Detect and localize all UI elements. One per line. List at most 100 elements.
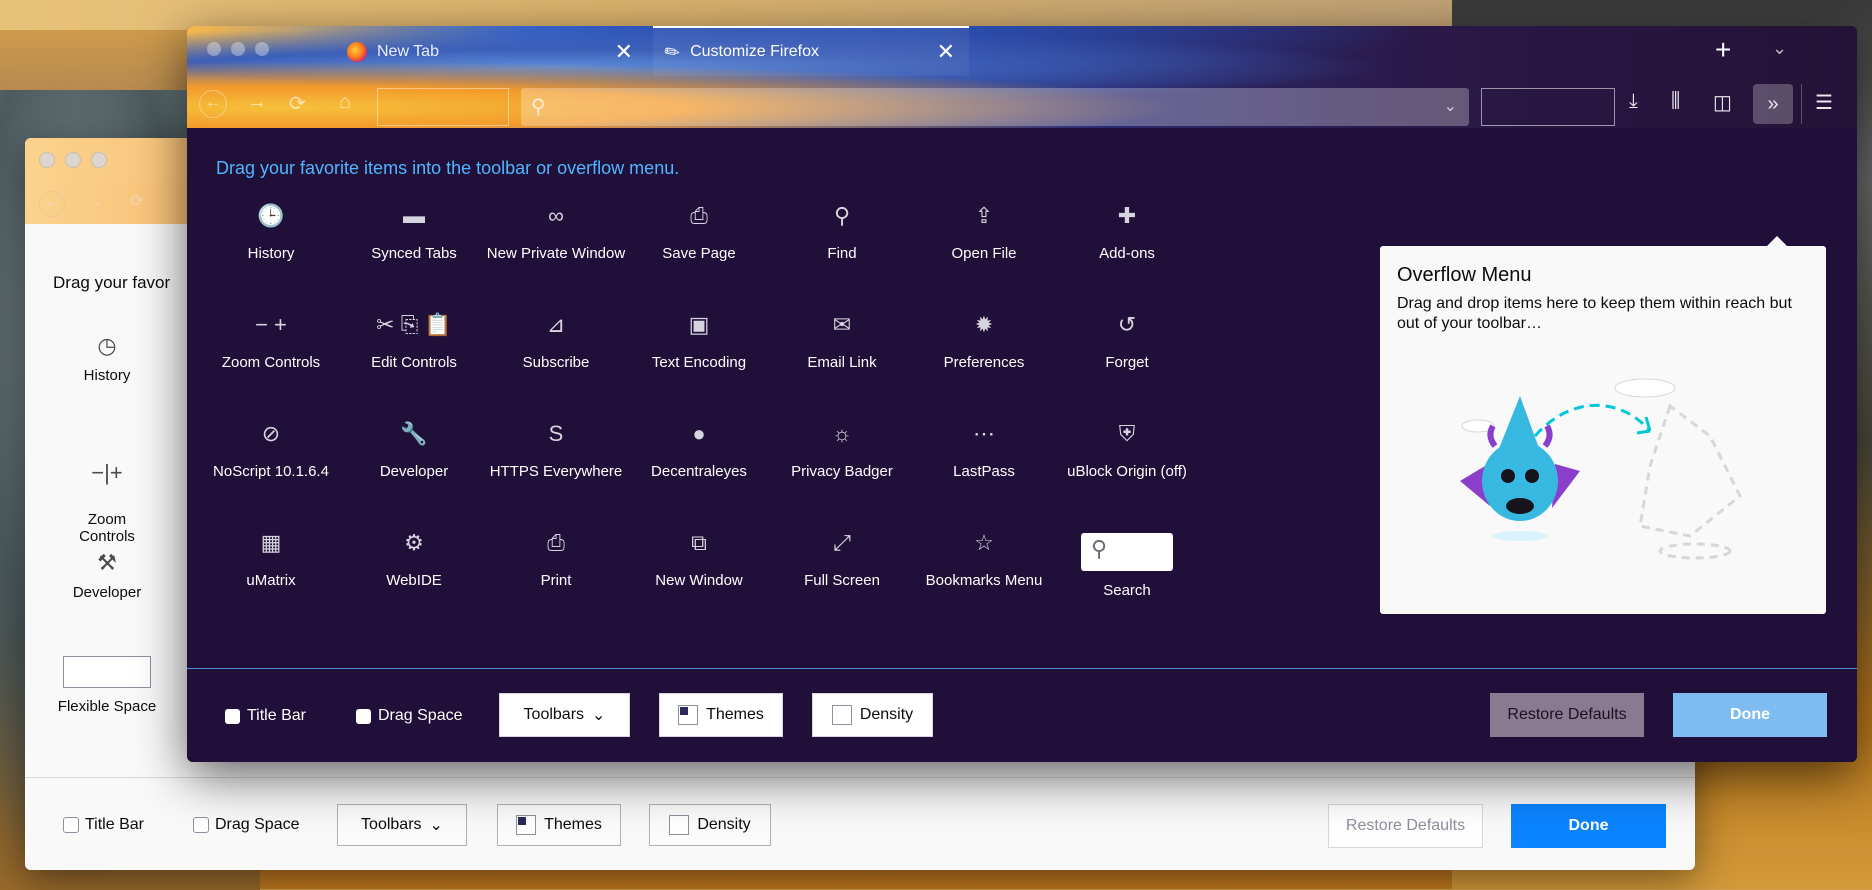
back-customize-footer: Title Bar Drag Space Toolbars ⌄ Themes De… [25,777,1695,870]
hamburger-menu-icon[interactable]: ☰ [1815,90,1833,115]
palette-item-bookmarks-menu[interactable]: ☆ Bookmarks Menu [914,532,1054,590]
zoom-controls-icon: −|+ [91,460,123,485]
palette-item-label: Email Link [807,354,877,371]
palette-item-find[interactable]: ⚲ Find [772,205,912,263]
minimize-window-button[interactable] [231,42,245,56]
palette-item-label: uBlock Origin (off) [1067,463,1187,480]
new-tab-button[interactable]: + [1715,34,1731,66]
restore-defaults-button[interactable]: Restore Defaults [1328,804,1483,848]
palette-item-webide[interactable]: ⚙ WebIDE [344,532,484,590]
download-icon[interactable]: ⤓ [1629,90,1638,113]
palette-item-ublock-origin-off[interactable]: ⛨ uBlock Origin (off) [1057,423,1197,481]
themes-button[interactable]: Themes [659,693,783,737]
drag-space-checkbox[interactable]: Drag Space [356,707,463,725]
palette-item-label: uMatrix [246,572,296,589]
palette-item-subscribe[interactable]: ⊿ Subscribe [486,314,626,372]
sidebar-icon[interactable]: ◫ [1713,90,1732,115]
https-everywhere-icon: S [548,421,564,446]
umatrix-icon: ▦ [260,530,282,555]
overflow-menu-panel[interactable]: Overflow Menu Drag and drop items here t… [1380,236,1826,614]
palette-item-flexible-space[interactable]: Flexible Space [42,656,172,715]
url-bar[interactable]: ⚲ ⌄ [521,88,1469,126]
toolbars-dropdown[interactable]: Toolbars ⌄ [499,693,630,737]
palette-item-label: Text Encoding [651,354,747,371]
palette-item-label: WebIDE [386,572,442,589]
palette-item-decentraleyes[interactable]: ● Decentraleyes [629,423,769,481]
home-icon[interactable]: ⌂ [339,91,351,114]
palette-item-add-ons[interactable]: ✚ Add-ons [1057,205,1197,263]
toolbar-search-box[interactable] [1481,88,1615,126]
palette-item-privacy-badger[interactable]: ☼ Privacy Badger [772,423,912,481]
palette-item-history[interactable]: 🕒 History [201,205,341,263]
library-icon[interactable]: ⫼ [1671,90,1680,113]
reload-icon[interactable]: ⟳ [289,91,306,116]
done-button[interactable]: Done [1511,804,1666,848]
tab-new-tab[interactable]: New Tab ✕ [347,28,653,76]
palette-item-edit-controls[interactable]: ✂ ⎘ 📋 Edit Controls [344,314,484,372]
palette-item-text-encoding[interactable]: ▣ Text Encoding [629,312,769,372]
palette-item-save-page[interactable]: ⎙ Save Page [629,205,769,263]
palette-item-search[interactable]: ⚲ Search [1057,533,1197,600]
back-arrow-icon[interactable]: ← [39,191,65,217]
palette-heading: Drag your favorite items into the toolba… [216,158,680,178]
palette-item-label: History [247,245,295,262]
palette-item-open-file[interactable]: ⇪ Open File [914,205,1054,263]
palette-item-label: Preferences [943,354,1025,371]
palette-item-preferences[interactable]: ✹ Preferences [914,314,1054,372]
palette-item-new-private-window[interactable]: ∞ New Private Window [486,205,626,263]
density-button[interactable]: Density [649,804,771,846]
density-button[interactable]: Density [812,693,933,737]
close-tab-icon[interactable]: ✕ [615,39,633,65]
palette-item-developer[interactable]: ⚒ Developer [42,550,172,601]
palette-item-email-link[interactable]: ✉ Email Link [772,312,912,372]
title-bar-checkbox[interactable]: Title Bar [63,816,144,834]
palette-item-umatrix[interactable]: ▦ uMatrix [201,530,341,590]
minimize-window-button[interactable] [65,152,81,168]
forward-arrow-icon[interactable]: → [247,91,267,114]
overflow-title: Overflow Menu [1397,264,1532,286]
palette-item-full-screen[interactable]: ⤢ Full Screen [772,532,912,590]
reload-icon[interactable]: ⟳ [125,191,149,215]
restore-defaults-button[interactable]: Restore Defaults [1490,693,1644,737]
palette-item-new-window[interactable]: ⧉ New Window [629,532,769,590]
text-encoding-icon: ▣ [688,312,710,337]
overflow-description: Drag and drop items here to keep them wi… [1397,295,1792,332]
palette-item-lastpass[interactable]: ⋯ LastPass [914,423,1054,481]
palette-item-developer[interactable]: 🔧 Developer [344,423,484,481]
palette-item-label: Privacy Badger [791,463,893,480]
palette-item-zoom-controls[interactable]: −|+ Zoom Controls [42,443,172,545]
themes-button[interactable]: Themes [497,804,621,846]
palette-item-https-everywhere[interactable]: S HTTPS Everywhere [486,421,626,481]
palette-item-synced-tabs[interactable]: ▬ Synced Tabs [344,203,484,263]
toolbars-dropdown[interactable]: Toolbars ⌄ [337,804,467,846]
toolbar-flexible-space[interactable] [377,88,509,126]
forward-arrow-icon[interactable]: → [83,191,107,215]
palette-item-label: Add-ons [1099,245,1155,262]
email-icon: ✉ [832,312,852,337]
overflow-chevron-icon[interactable]: » [1753,84,1793,124]
close-window-button[interactable] [39,152,55,168]
front-browser-window: New Tab ✕ ✎ Customize Firefox ✕ + ⌄ ← → … [187,26,1857,762]
wrench-icon: ⚒ [97,550,117,575]
zoom-window-button[interactable] [255,42,269,56]
chevron-down-icon[interactable]: ⌄ [1444,96,1457,116]
tab-list-chevron-icon[interactable]: ⌄ [1772,38,1787,59]
palette-item-print[interactable]: ⎙ Print [486,532,626,590]
palette-item-label: Zoom Controls [221,354,321,371]
tab-customize-firefox[interactable]: ✎ Customize Firefox ✕ [653,26,969,76]
zoom-window-button[interactable] [91,152,107,168]
forget-icon: ↺ [1117,312,1137,337]
title-bar-checkbox[interactable]: Title Bar [225,707,306,725]
cloud-illustration [1461,378,1676,433]
palette-item-zoom-controls[interactable]: − + Zoom Controls [201,314,341,372]
laptop-icon: ▬ [403,203,425,228]
close-window-button[interactable] [207,42,221,56]
close-tab-icon[interactable]: ✕ [937,39,955,65]
palette-item-label: New Window [655,572,743,589]
palette-item-noscript-10-1-6-4[interactable]: ⊘ NoScript 10.1.6.4 [201,423,341,481]
drag-space-checkbox[interactable]: Drag Space [193,816,300,834]
palette-item-forget[interactable]: ↺ Forget [1057,312,1197,372]
back-arrow-icon[interactable]: ← [199,90,227,118]
palette-item-history[interactable]: ◷ History [42,333,172,384]
done-button[interactable]: Done [1673,693,1827,737]
